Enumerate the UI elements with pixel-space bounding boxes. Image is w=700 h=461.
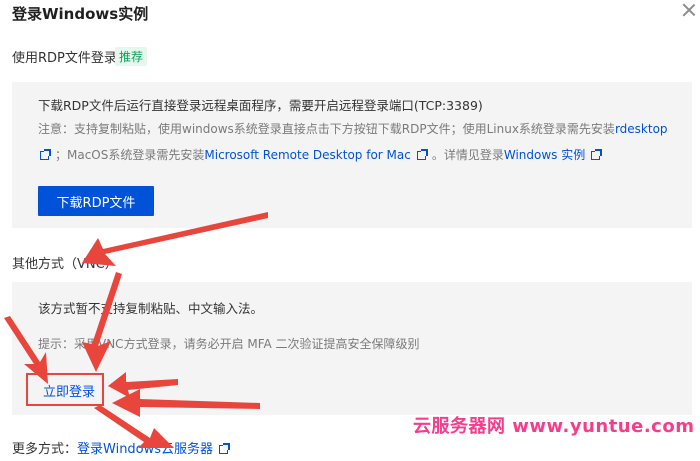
external-link-icon[interactable] bbox=[219, 443, 231, 454]
vnc-login-link[interactable]: 立即登录 bbox=[43, 381, 95, 400]
close-icon[interactable] bbox=[682, 3, 696, 17]
windows-cvm-login-link[interactable]: 登录Windows云服务器 bbox=[77, 442, 213, 457]
more-methods: 更多方式：登录Windows云服务器 bbox=[12, 438, 234, 457]
windows-instance-link[interactable]: Windows 实例 bbox=[504, 148, 585, 162]
rdp-instruction: 下载RDP文件后运行直接登录远程桌面程序，需要开启远程登录端口(TCP:3389… bbox=[38, 98, 483, 113]
recommended-badge: 推荐 bbox=[115, 47, 148, 66]
rdp-note-prefix: 注意：支持复制粘贴，使用windows系统登录直接点击下方按钮下载RDP文件；使… bbox=[38, 122, 615, 136]
rdp-note-suffix: 。详情见登录 bbox=[431, 148, 504, 162]
vnc-section-label: 其他方式（VNC） bbox=[12, 257, 118, 272]
vnc-warning: 该方式暂不支持复制粘贴、中文输入法。 bbox=[38, 301, 264, 316]
vnc-tip: 提示：采用VNC方式登录，请务必开启 MFA 二次验证提高安全保障级别 bbox=[38, 337, 420, 351]
watermark: 云服务器网 www.yuntue.com bbox=[413, 416, 695, 437]
dialog-title: 登录Windows实例 bbox=[12, 5, 149, 23]
download-rdp-button[interactable]: 下载RDP文件 bbox=[38, 186, 154, 216]
rdp-note-line1: 注意：支持复制粘贴，使用windows系统登录直接点击下方按钮下载RDP文件；使… bbox=[38, 120, 668, 137]
rdesktop-link[interactable]: rdesktop bbox=[615, 122, 668, 136]
rdp-section-label: 使用RDP文件登录 bbox=[12, 51, 117, 66]
rdp-note-mid: ；MacOS系统登录需先安装 bbox=[55, 148, 205, 162]
more-methods-label: 更多方式： bbox=[12, 442, 78, 457]
ms-remote-desktop-link[interactable]: Microsoft Remote Desktop for Mac bbox=[204, 148, 410, 162]
rdp-note-line2: ；MacOS系统登录需先安装Microsoft Remote Desktop f… bbox=[38, 146, 606, 163]
external-link-icon[interactable] bbox=[416, 149, 428, 160]
external-link-icon[interactable] bbox=[591, 149, 603, 160]
external-link-icon[interactable] bbox=[40, 149, 51, 160]
